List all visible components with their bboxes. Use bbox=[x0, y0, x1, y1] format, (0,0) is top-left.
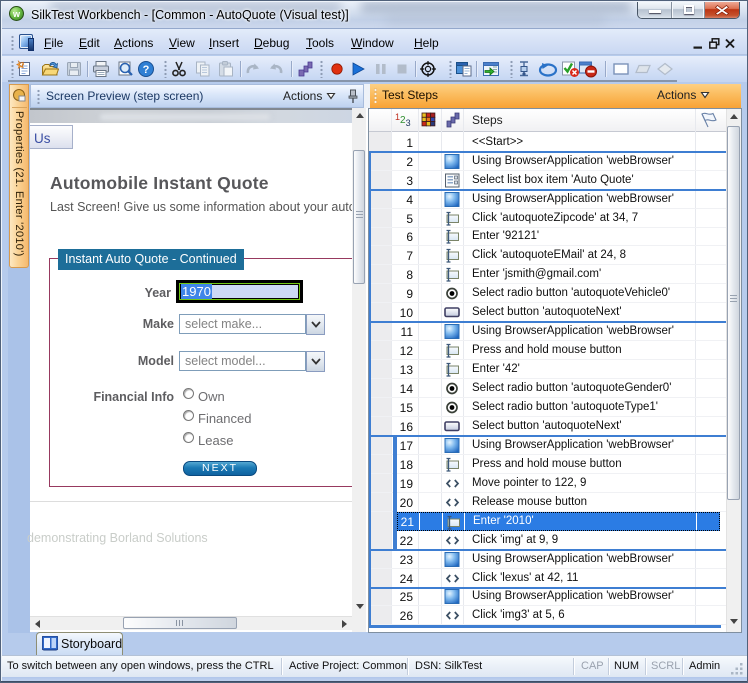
svg-text:?: ? bbox=[143, 64, 150, 76]
